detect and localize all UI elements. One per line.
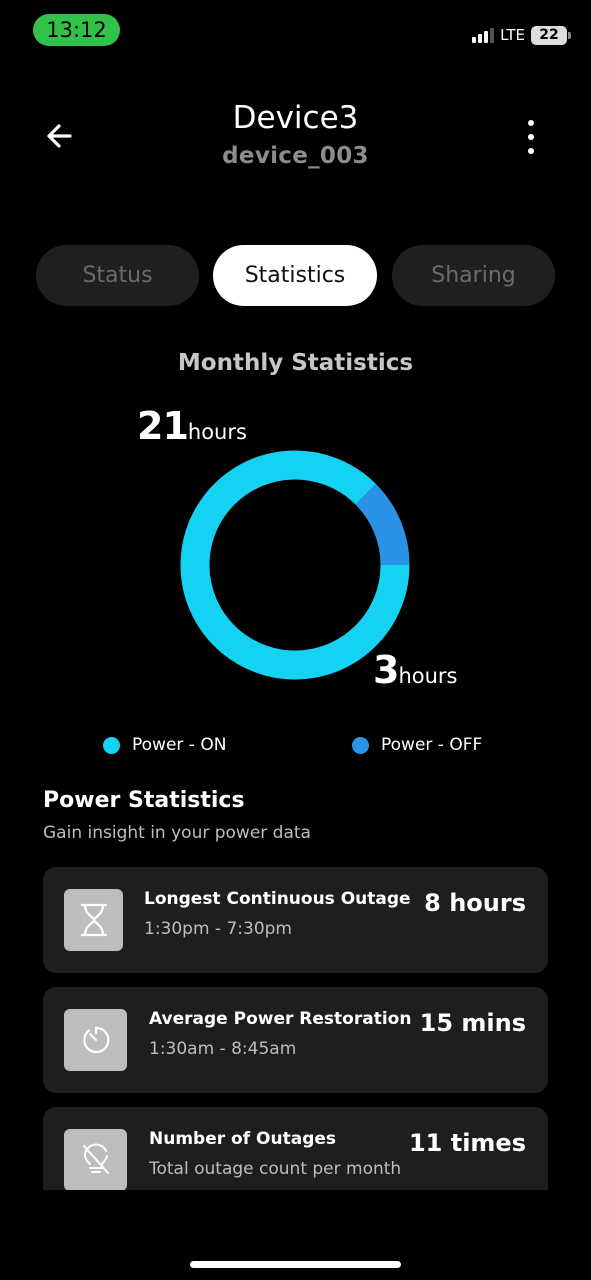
stat-label: Average Power Restoration bbox=[149, 1009, 412, 1029]
more-options-icon[interactable] bbox=[520, 120, 542, 154]
stat-sub: 1:30am - 8:45am bbox=[149, 1039, 297, 1059]
device-title: Device3 bbox=[232, 100, 359, 136]
screen: 13:12 LTE 22 Device3 device_003 Status S… bbox=[0, 0, 591, 1280]
stat-sub: 1:30pm - 7:30pm bbox=[144, 919, 292, 939]
power-off-hours: 3 bbox=[373, 648, 399, 692]
status-time: 13:12 bbox=[33, 14, 120, 46]
timer-icon bbox=[64, 1009, 127, 1071]
tab-statistics[interactable]: Statistics bbox=[213, 245, 377, 306]
legend-power-on: Power - ON bbox=[103, 735, 226, 755]
legend-power-off: Power - OFF bbox=[352, 735, 482, 755]
hourglass-icon bbox=[64, 889, 123, 951]
power-off-unit: hours bbox=[398, 664, 458, 688]
bulb-off-icon bbox=[64, 1129, 127, 1190]
legend-dot-off bbox=[352, 736, 369, 754]
stats-list[interactable]: Longest Continuous Outage 1:30pm - 7:30p… bbox=[0, 860, 591, 1190]
device-id: device_003 bbox=[222, 143, 369, 169]
stat-label: Longest Continuous Outage bbox=[144, 889, 411, 909]
legend-label-on: Power - ON bbox=[132, 735, 227, 755]
stat-card-outage-count[interactable]: Number of Outages Total outage count per… bbox=[43, 1107, 548, 1190]
stat-value: 11 times bbox=[408, 1129, 526, 1157]
status-indicators: LTE 22 bbox=[472, 22, 571, 48]
network-label: LTE bbox=[500, 26, 525, 44]
stat-card-longest-outage[interactable]: Longest Continuous Outage 1:30pm - 7:30p… bbox=[43, 867, 548, 973]
stat-value: 15 mins bbox=[419, 1009, 526, 1037]
tab-status[interactable]: Status bbox=[36, 245, 199, 306]
donut-slice-power-off bbox=[355, 484, 410, 566]
stat-sub: Total outage count per month bbox=[149, 1159, 402, 1179]
tab-sharing[interactable]: Sharing bbox=[392, 245, 555, 306]
donut-slice-power-on bbox=[180, 450, 410, 680]
chart-title: Monthly Statistics bbox=[177, 350, 414, 376]
power-off-value-label: 3hours bbox=[373, 648, 458, 692]
section-subtitle: Gain insight in your power data bbox=[43, 823, 311, 843]
stat-label: Number of Outages bbox=[149, 1129, 337, 1149]
signal-icon bbox=[472, 27, 495, 43]
home-indicator[interactable] bbox=[190, 1261, 401, 1268]
stat-card-avg-restoration[interactable]: Average Power Restoration 1:30am - 8:45a… bbox=[43, 987, 548, 1093]
stat-value: 8 hours bbox=[424, 889, 526, 917]
legend-dot-on bbox=[103, 736, 120, 754]
legend-label-off: Power - OFF bbox=[381, 735, 483, 755]
battery-icon: 22 bbox=[531, 25, 571, 45]
section-title: Power Statistics bbox=[43, 788, 245, 813]
